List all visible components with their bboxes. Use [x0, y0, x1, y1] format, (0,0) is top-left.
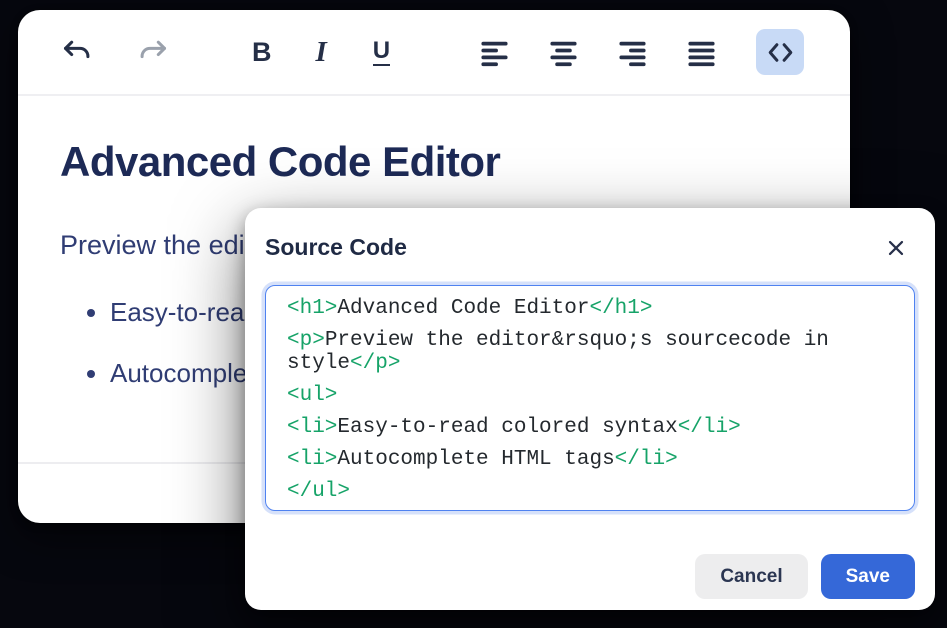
- justify-icon: [685, 36, 718, 69]
- modal-header: Source Code: [245, 208, 935, 285]
- bold-button[interactable]: B: [252, 37, 272, 68]
- underline-button[interactable]: U: [373, 39, 390, 66]
- source-code-textarea[interactable]: <h1>Advanced Code Editor</h1> <p>Preview …: [265, 285, 915, 511]
- code-line: </ul>: [287, 480, 893, 503]
- doc-heading: Advanced Code Editor: [60, 138, 808, 186]
- align-center-icon: [547, 36, 580, 69]
- cancel-button[interactable]: Cancel: [695, 554, 807, 599]
- code-line: <ul>: [287, 384, 893, 407]
- close-button[interactable]: [883, 235, 909, 261]
- code-line: <p>Preview the editor&rsquo;s sourcecode…: [287, 329, 893, 375]
- angle-brackets-icon: [765, 37, 796, 68]
- align-left-icon: [478, 36, 511, 69]
- save-button[interactable]: Save: [821, 554, 915, 599]
- align-right-button[interactable]: [616, 36, 649, 69]
- redo-icon: [137, 36, 170, 69]
- undo-icon: [60, 36, 93, 69]
- app-background: B I U Advanced Code Editor Preview the e…: [0, 0, 947, 628]
- code-line: <li>Autocomplete HTML tags</li>: [287, 448, 893, 471]
- source-code-button[interactable]: [756, 29, 804, 75]
- italic-button[interactable]: I: [316, 36, 327, 69]
- editor-toolbar: B I U: [18, 10, 850, 96]
- modal-footer: Cancel Save: [695, 554, 915, 599]
- redo-button[interactable]: [137, 36, 170, 69]
- code-line: <h1>Advanced Code Editor</h1>: [287, 297, 893, 320]
- undo-button[interactable]: [60, 36, 93, 69]
- close-icon: [885, 237, 907, 259]
- align-center-button[interactable]: [547, 36, 580, 69]
- align-right-icon: [616, 36, 649, 69]
- justify-button[interactable]: [685, 36, 718, 69]
- modal-title: Source Code: [265, 234, 407, 261]
- code-line: <li>Easy-to-read colored syntax</li>: [287, 416, 893, 439]
- source-code-modal: Source Code <h1>Advanced Code Editor</h1…: [245, 208, 935, 610]
- align-left-button[interactable]: [478, 36, 511, 69]
